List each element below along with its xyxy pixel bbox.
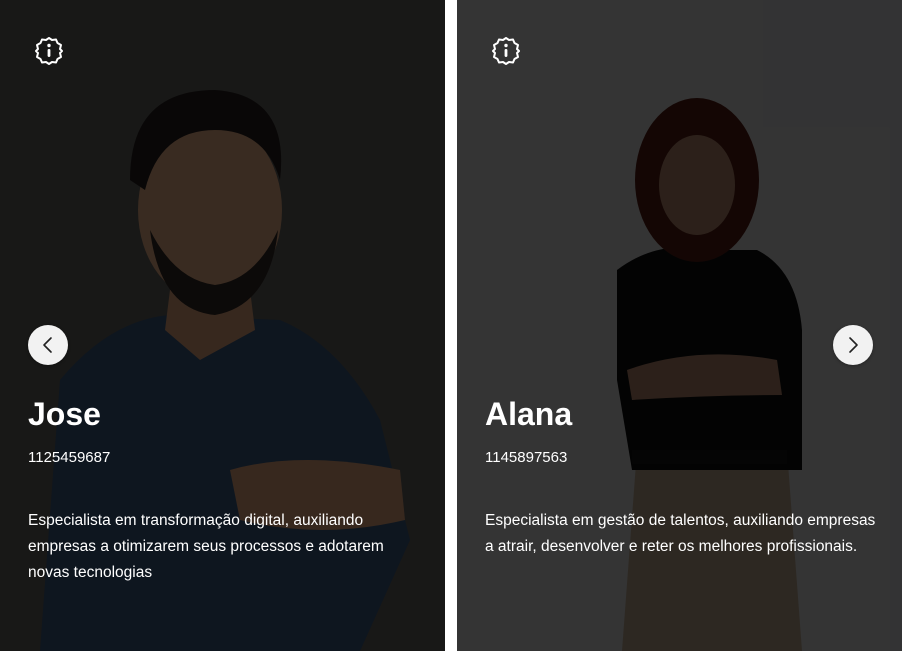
info-badge-icon[interactable] — [491, 36, 521, 66]
profile-name: Jose — [28, 396, 101, 432]
carousel-next-button[interactable] — [833, 325, 873, 365]
profile-content: Alana 1145897563 Especialista em gestão … — [485, 392, 882, 560]
profile-phone: 1125459687 — [28, 449, 111, 466]
profile-name: Alana — [485, 396, 573, 432]
carousel-prev-button[interactable] — [28, 325, 68, 365]
info-badge-icon[interactable] — [34, 36, 64, 66]
profile-description: Especialista em gestão de talentos, auxi… — [485, 512, 876, 555]
profile-card-alana: Alana 1145897563 Especialista em gestão … — [457, 0, 902, 651]
profile-description: Especialista em transformação digital, a… — [28, 512, 384, 581]
profile-card-jose: Jose 1125459687 Especialista em transfor… — [0, 0, 445, 651]
profile-carousel: Jose 1125459687 Especialista em transfor… — [0, 0, 902, 651]
profile-content: Jose 1125459687 Especialista em transfor… — [28, 392, 425, 586]
profile-phone: 1145897563 — [485, 449, 568, 466]
chevron-right-icon — [849, 337, 858, 353]
chevron-left-icon — [43, 337, 52, 353]
